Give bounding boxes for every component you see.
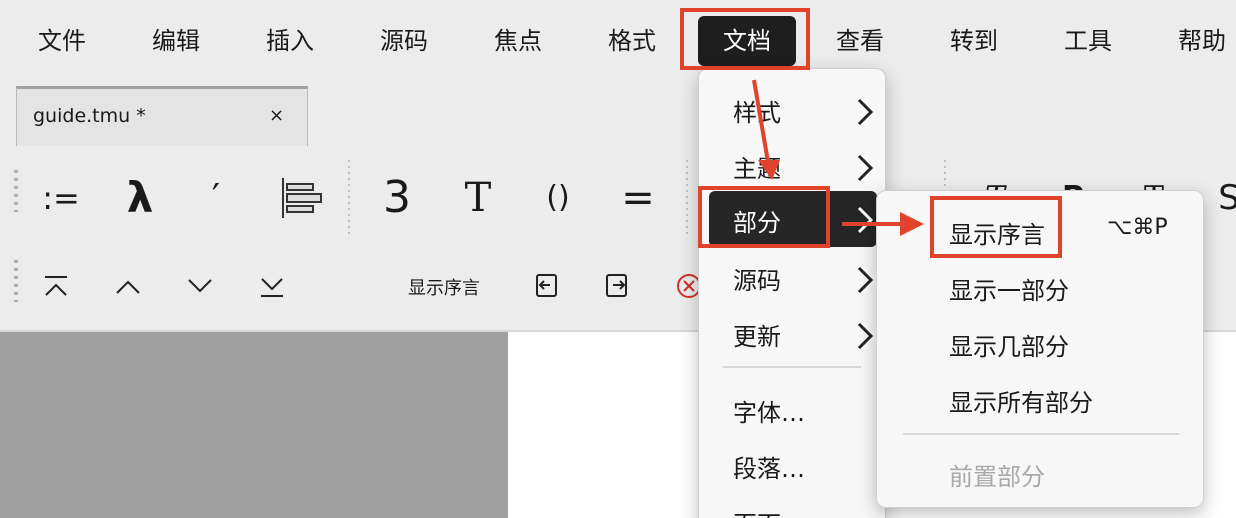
annotation-arrows bbox=[752, 79, 924, 236]
